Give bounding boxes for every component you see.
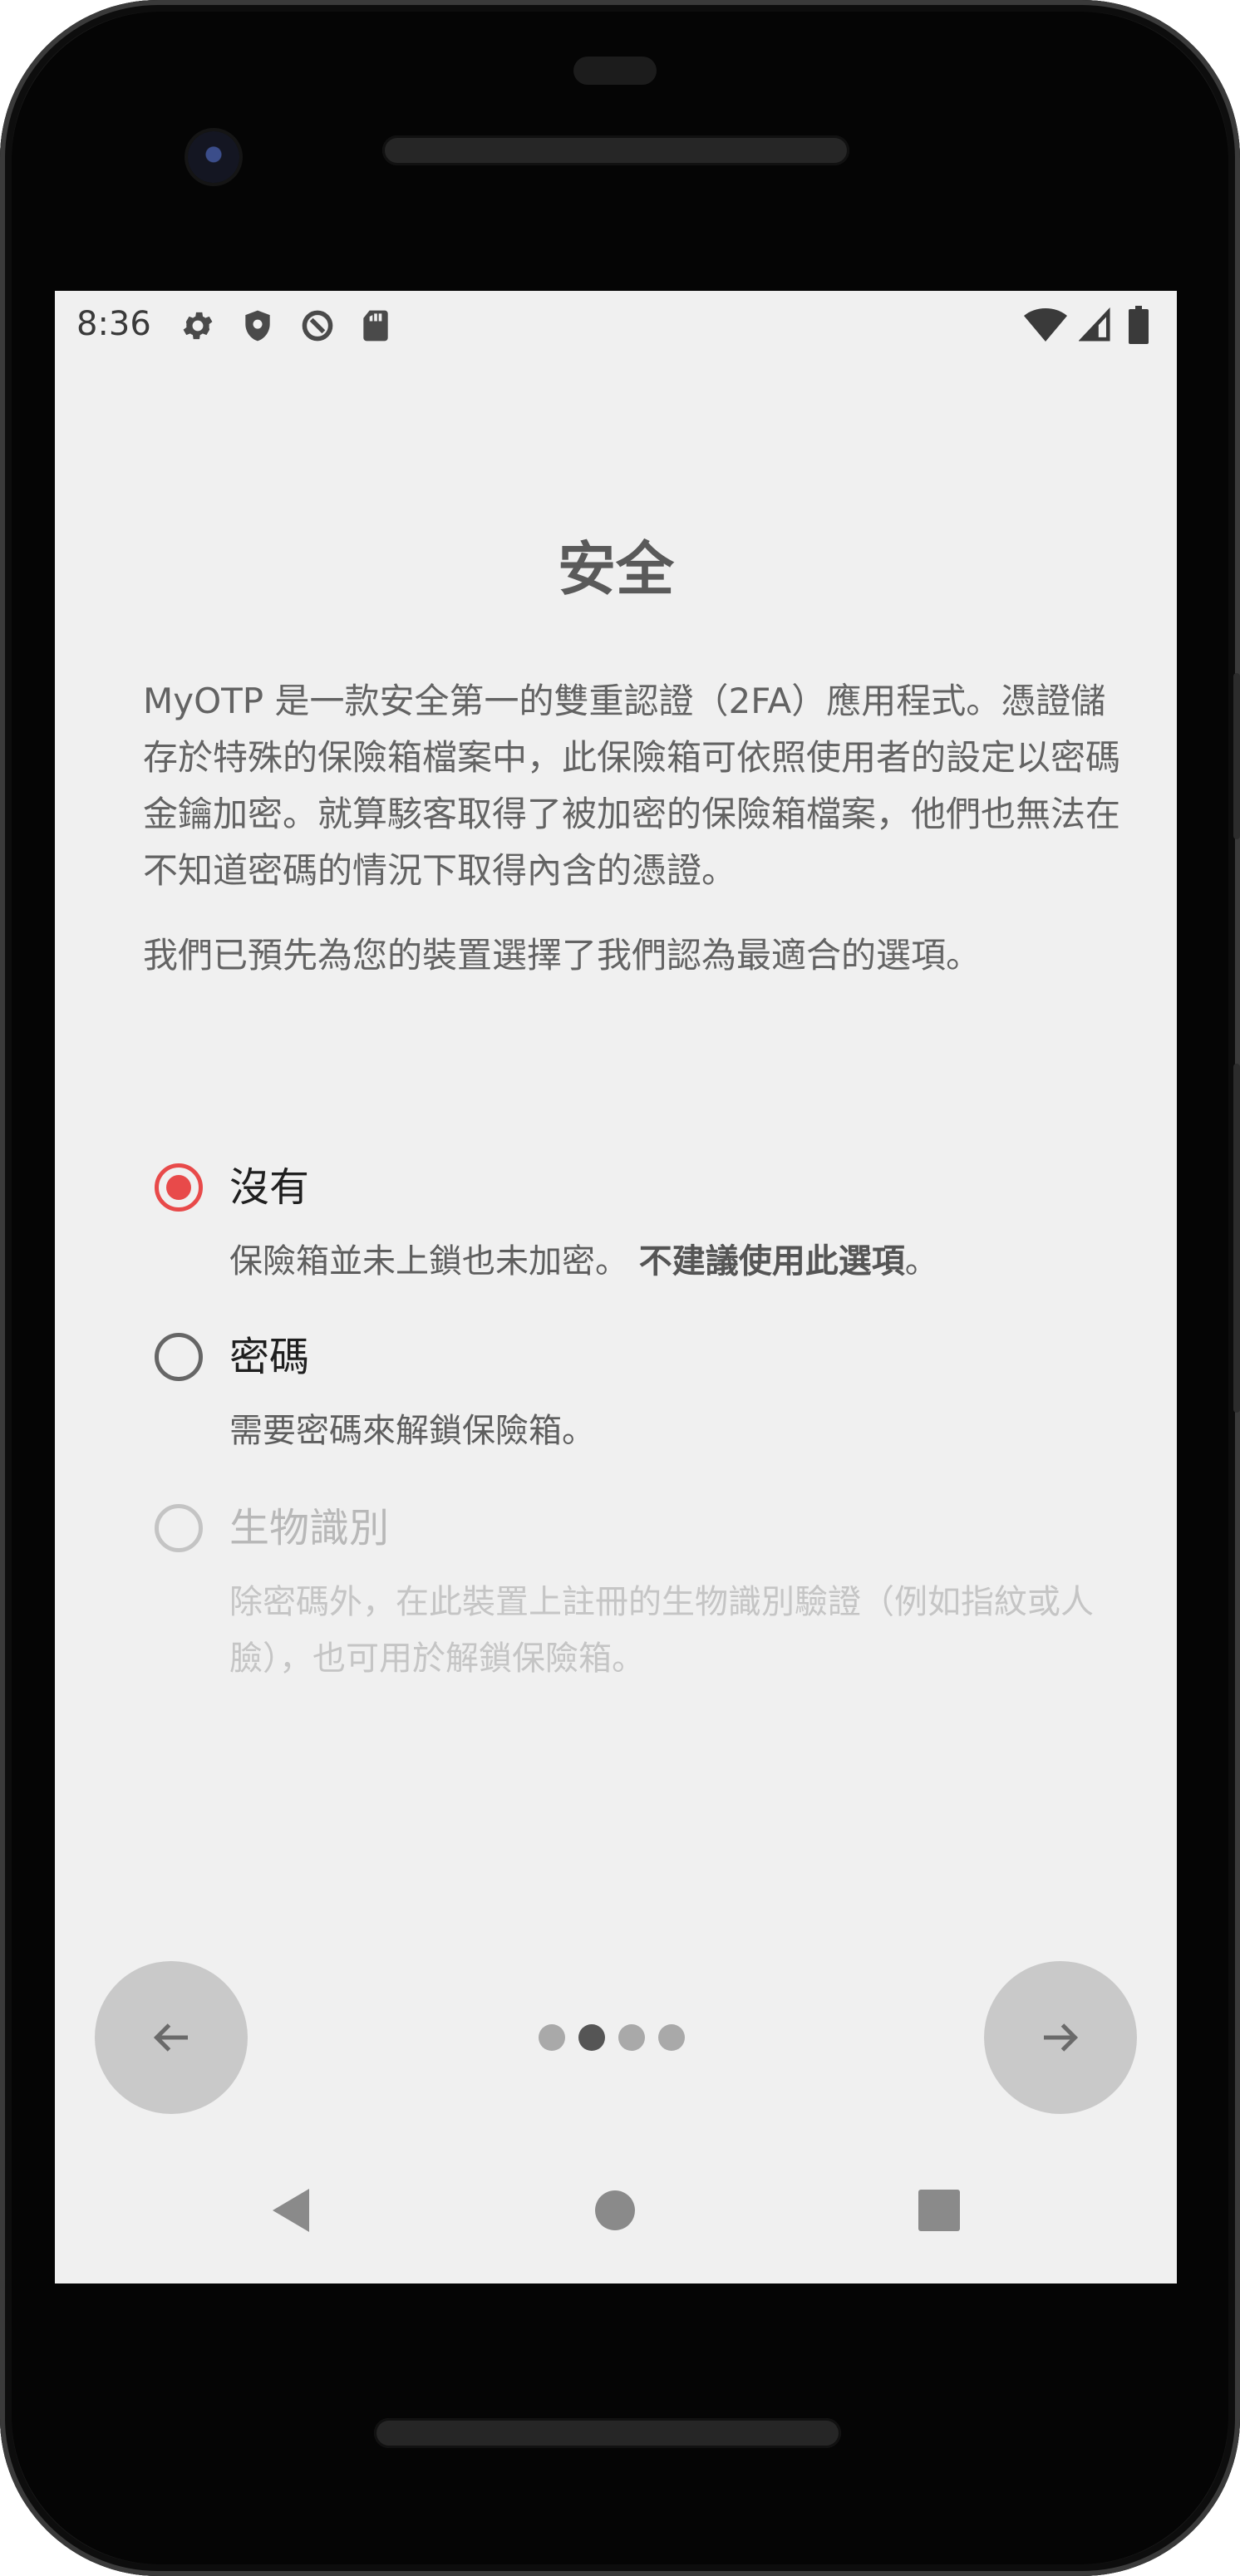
screen: 8:36 安全 MyOTP 是一款安全第一的雙重認證（2FA）應用程式。憑證儲存… [55,291,1177,2283]
settings-icon [183,312,213,340]
page-dot-3 [618,2024,645,2051]
option-password-description: 需要密碼來解鎖保險箱。 [229,1412,595,1450]
home-circle-icon[interactable] [592,2185,638,2235]
next-button[interactable] [984,1961,1137,2114]
page-title: 安全 [558,535,674,603]
radio-button-password[interactable] [155,1333,203,1381]
status-bar: 8:36 [55,291,1177,357]
option-password[interactable]: 密碼 需要密碼來解鎖保險箱。 [155,1333,1102,1466]
shield-icon [245,310,270,342]
data-saver-icon [302,310,333,342]
page-dot-1 [539,2024,565,2051]
option-password-label: 密碼 [229,1334,310,1380]
front-camera [188,131,239,183]
recents-square-icon[interactable] [916,2185,962,2235]
power-button [1233,673,1240,839]
arrow-left-icon [153,2023,188,2052]
top-speaker-grille [382,135,849,165]
signal-icon [1079,307,1110,342]
security-description: MyOTP 是一款安全第一的雙重認證（2FA）應用程式。憑證儲存於特殊的保險箱檔… [143,681,1121,891]
earpiece [573,57,657,85]
option-none-warning-suffix: 。 [904,1242,938,1281]
sd-card-icon [363,310,388,342]
option-none-warning: 不建議使用此選項 [638,1242,905,1281]
battery-icon [1129,306,1149,344]
option-biometrics: 生物識別 除密碼外，在此裝置上註冊的生物識別驗證（例如指紋或人臉），也可用於解鎖… [155,1504,1102,1703]
option-none-label: 沒有 [229,1164,310,1211]
option-none-description: 保險箱並未上鎖也未加密。 不建議使用此選項。 [229,1233,1094,1290]
phone-frame: 8:36 安全 MyOTP 是一款安全第一的雙重認證（2FA）應用程式。憑證儲存… [0,0,1240,2576]
bottom-speaker-grille [374,2418,841,2448]
radio-button-biometrics [155,1504,203,1552]
back-button[interactable] [95,1961,248,2114]
status-time: 8:36 [76,305,151,343]
option-none-description-text: 保險箱並未上鎖也未加密。 [229,1242,628,1281]
back-triangle-icon[interactable] [268,2185,314,2235]
option-biometrics-label: 生物識別 [229,1505,390,1551]
page-dot-4 [658,2024,685,2051]
description-block: MyOTP 是一款安全第一的雙重認證（2FA）應用程式。憑證儲存於特殊的保險箱檔… [143,673,1124,1012]
wifi-icon [1024,308,1067,342]
page-dot-2 [578,2024,605,2051]
option-none[interactable]: 沒有 保險箱並未上鎖也未加密。 不建議使用此選項。 [155,1163,1102,1296]
volume-rocker [1233,1064,1240,1413]
option-biometrics-description: 除密碼外，在此裝置上註冊的生物識別驗證（例如指紋或人臉），也可用於解鎖保險箱。 [229,1583,1094,1678]
arrow-right-icon [1044,2023,1079,2052]
radio-button-none[interactable] [155,1163,203,1212]
preselect-note: 我們已預先為您的裝置選擇了我們認為最適合的選項。 [143,935,982,976]
